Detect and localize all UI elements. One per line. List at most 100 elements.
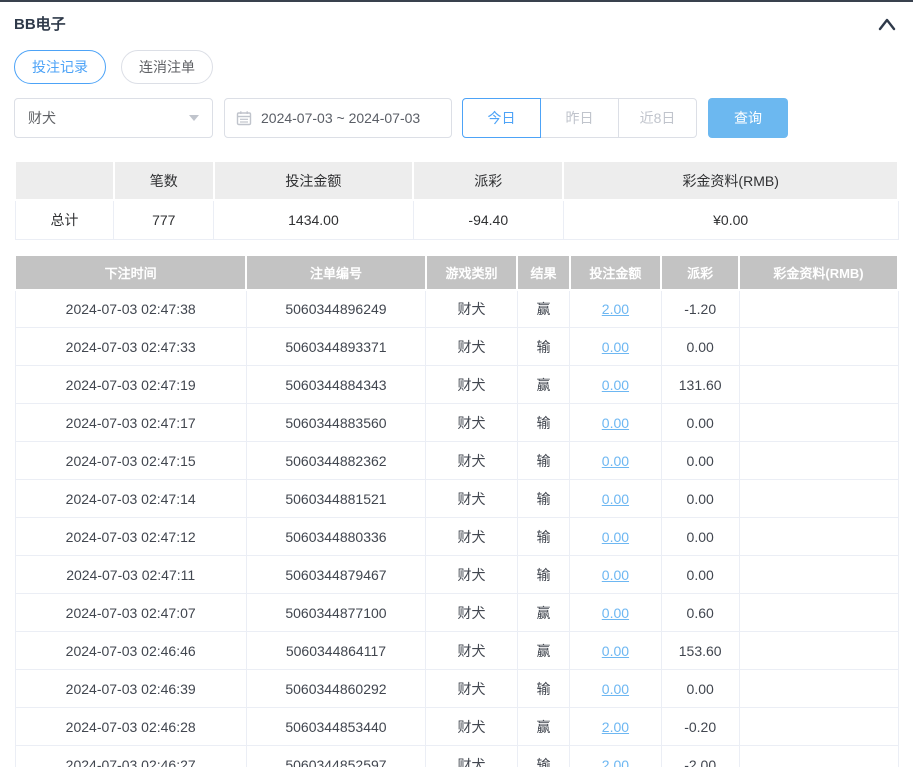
payout-cell: 153.60 [660,631,740,670]
header-order-number: 注单编号 [245,253,427,291]
bet-amount-link[interactable]: 0.00 [602,643,629,659]
bet-time-cell: 2024-07-03 02:47:12 [14,517,247,556]
header-bonus: 彩金资料(RMB) [738,253,899,291]
bet-amount-link[interactable]: 0.00 [602,491,629,507]
table-row: 2024-07-03 02:47:19 5060344884343 财犬赢 0.00 1… [14,365,899,404]
game-type-cell: 财犬 [425,479,518,518]
bonus-cell [738,631,899,670]
date-range-value: 2024-07-03 ~ 2024-07-03 [261,110,421,126]
bet-amount-link[interactable]: 0.00 [602,453,629,469]
calendar-icon [236,111,252,126]
bet-amount-cell: 0.00 [569,403,662,442]
summary-total-bet-amount: 1434.00 [213,199,414,240]
bonus-cell [738,555,899,594]
summary-header-bonus: 彩金资料(RMB) [562,160,899,201]
tab-bet-records[interactable]: 投注记录 [14,50,106,84]
order-number-cell: 5060344864117 [245,631,427,670]
summary-total-count: 777 [113,199,215,240]
result-cell: 输 [516,517,571,556]
result-cell: 输 [516,403,571,442]
query-button[interactable]: 查询 [708,98,788,138]
bonus-cell [738,669,899,708]
bet-amount-cell: 0.00 [569,479,662,518]
date-range-input[interactable]: 2024-07-03 ~ 2024-07-03 [224,98,452,138]
bonus-cell [738,403,899,442]
bet-amount-cell: 2.00 [569,289,662,328]
table-row: 2024-07-03 02:47:14 5060344881521 财犬输 0.00 0… [14,479,899,518]
header-payout: 派彩 [660,253,741,291]
result-cell: 赢 [516,365,571,404]
bet-time-cell: 2024-07-03 02:47:15 [14,441,247,480]
payout-cell: -2.00 [660,745,740,767]
game-type-cell: 财犬 [425,517,518,556]
bet-amount-link[interactable]: 0.00 [602,339,629,355]
quick-range-today[interactable]: 今日 [462,98,541,138]
bet-amount-link[interactable]: 2.00 [602,301,629,317]
summary-header-payout: 派彩 [412,160,565,201]
bonus-cell [738,707,899,746]
bet-table: 下注时间 注单编号 游戏类别 结果 投注金额 派彩 彩金资料(RMB) 2024… [13,253,899,767]
bet-time-cell: 2024-07-03 02:46:39 [14,669,247,708]
bet-amount-link[interactable]: 0.00 [602,605,629,621]
bet-amount-link[interactable]: 0.00 [602,529,629,545]
header-bet-time: 下注时间 [13,253,248,291]
order-number-cell: 5060344893371 [245,327,427,366]
chevron-up-icon [878,18,896,30]
summary-header-count: 笔数 [112,160,215,201]
result-cell: 输 [516,479,571,518]
quick-range-yesterday[interactable]: 昨日 [540,98,619,138]
bet-amount-cell: 0.00 [569,669,662,708]
result-cell: 输 [516,441,571,480]
summary-header-row: 笔数 投注金额 派彩 彩金资料(RMB) [14,160,899,201]
bet-table-header-row: 下注时间 注单编号 游戏类别 结果 投注金额 派彩 彩金资料(RMB) [13,253,899,291]
bet-time-cell: 2024-07-03 02:47:33 [14,327,247,366]
bet-time-cell: 2024-07-03 02:47:19 [14,365,247,404]
bet-time-cell: 2024-07-03 02:47:17 [14,403,247,442]
bet-records-panel: BB电子 投注记录 连消注单 财犬 2024-07-03 ~ 2024-07-0… [0,0,913,767]
bet-amount-link[interactable]: 0.00 [602,415,629,431]
order-number-cell: 5060344879467 [245,555,427,594]
summary-table: 笔数 投注金额 派彩 彩金资料(RMB) 总计 777 1434.00 -94.… [14,160,899,240]
result-cell: 赢 [516,289,571,328]
bet-time-cell: 2024-07-03 02:46:28 [14,707,247,746]
payout-cell: 0.00 [660,669,740,708]
bet-amount-link[interactable]: 2.00 [602,757,629,767]
bet-time-cell: 2024-07-03 02:47:07 [14,593,247,632]
bet-time-cell: 2024-07-03 02:46:46 [14,631,247,670]
header-bet-amount: 投注金额 [568,253,663,291]
payout-cell: -0.20 [660,707,740,746]
collapse-button[interactable] [875,15,899,33]
order-number-cell: 5060344884343 [245,365,427,404]
tab-cancelled-orders[interactable]: 连消注单 [121,50,213,84]
order-number-cell: 5060344883560 [245,403,427,442]
game-type-cell: 财犬 [425,441,518,480]
game-type-cell: 财犬 [425,707,518,746]
table-row: 2024-07-03 02:46:46 5060344864117 财犬赢 0.00 1… [14,631,899,670]
payout-cell: 0.00 [660,555,740,594]
result-cell: 输 [516,669,571,708]
bet-time-cell: 2024-07-03 02:47:14 [14,479,247,518]
table-row: 2024-07-03 02:47:12 5060344880336 财犬输 0.00 0… [14,517,899,556]
bet-time-cell: 2024-07-03 02:46:27 [14,745,247,767]
bet-amount-cell: 0.00 [569,517,662,556]
payout-cell: 0.00 [660,403,740,442]
summary-header-empty [14,160,115,201]
payout-cell: 0.60 [660,593,740,632]
quick-range-last8days[interactable]: 近8日 [618,98,697,138]
table-row: 2024-07-03 02:47:07 5060344877100 财犬赢 0.00 0… [14,593,899,632]
bet-amount-cell: 0.00 [569,631,662,670]
order-number-cell: 5060344896249 [245,289,427,328]
table-row: 2024-07-03 02:46:27 5060344852597 财犬输 2.00 -… [14,745,899,767]
order-number-cell: 5060344881521 [245,479,427,518]
bet-amount-link[interactable]: 2.00 [602,719,629,735]
order-number-cell: 5060344860292 [245,669,427,708]
bet-amount-link[interactable]: 0.00 [602,567,629,583]
bet-amount-cell: 2.00 [569,745,662,767]
table-row: 2024-07-03 02:47:38 5060344896249 财犬赢 2.00 -… [14,289,899,328]
bet-amount-link[interactable]: 0.00 [602,377,629,393]
bet-amount-cell: 0.00 [569,365,662,404]
bet-amount-link[interactable]: 0.00 [602,681,629,697]
game-select[interactable]: 财犬 [14,98,213,138]
order-number-cell: 5060344853440 [245,707,427,746]
panel-title: BB电子 [14,16,66,33]
